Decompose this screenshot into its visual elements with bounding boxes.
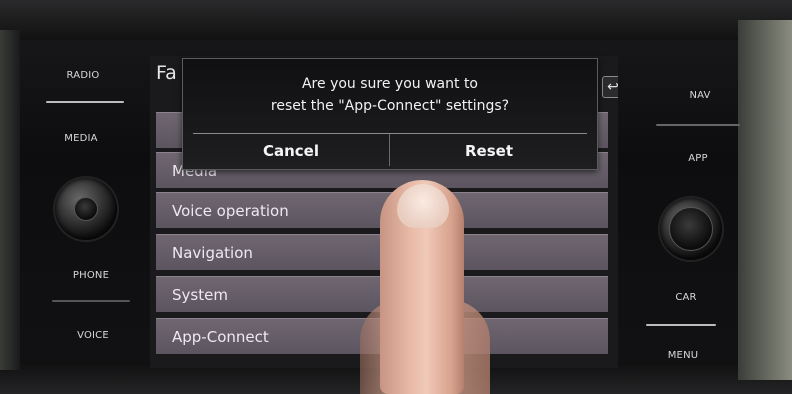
car-button[interactable]: CAR <box>651 292 721 303</box>
dialog-message-line1: Are you sure you want to <box>301 76 478 92</box>
radio-indicator-line <box>46 101 124 103</box>
dialog-message-line2: reset the "App-Connect" settings? <box>270 98 510 114</box>
phone-divider <box>52 300 130 302</box>
reset-button[interactable]: Reset <box>391 135 587 167</box>
left-pillar <box>0 30 20 370</box>
cancel-button[interactable]: Cancel <box>193 135 389 167</box>
tune-knob[interactable] <box>660 198 722 260</box>
back-icon[interactable]: ↩ <box>602 76 618 98</box>
nav-button[interactable]: NAV <box>665 90 735 101</box>
dialog-message: Are you sure you want to reset the "App-… <box>183 73 597 117</box>
fingernail <box>397 184 449 228</box>
bezel-top <box>0 0 792 40</box>
radio-button[interactable]: RADIO <box>48 70 118 81</box>
background-window <box>738 20 792 380</box>
media-button[interactable]: MEDIA <box>46 133 116 144</box>
volume-knob[interactable] <box>55 178 117 240</box>
power-icon <box>74 197 98 221</box>
tune-knob-center <box>669 207 713 251</box>
nav-divider <box>656 124 740 126</box>
phone-button[interactable]: PHONE <box>56 270 126 281</box>
app-button[interactable]: APP <box>663 153 733 164</box>
reset-confirmation-dialog: Are you sure you want to reset the "App-… <box>182 58 598 170</box>
car-indicator-line <box>646 324 716 326</box>
screen-title: Fa <box>156 62 177 84</box>
menu-button[interactable]: MENU <box>648 350 718 361</box>
dialog-button-divider <box>389 134 390 166</box>
dialog-divider <box>193 133 587 134</box>
voice-button[interactable]: VOICE <box>58 330 128 341</box>
